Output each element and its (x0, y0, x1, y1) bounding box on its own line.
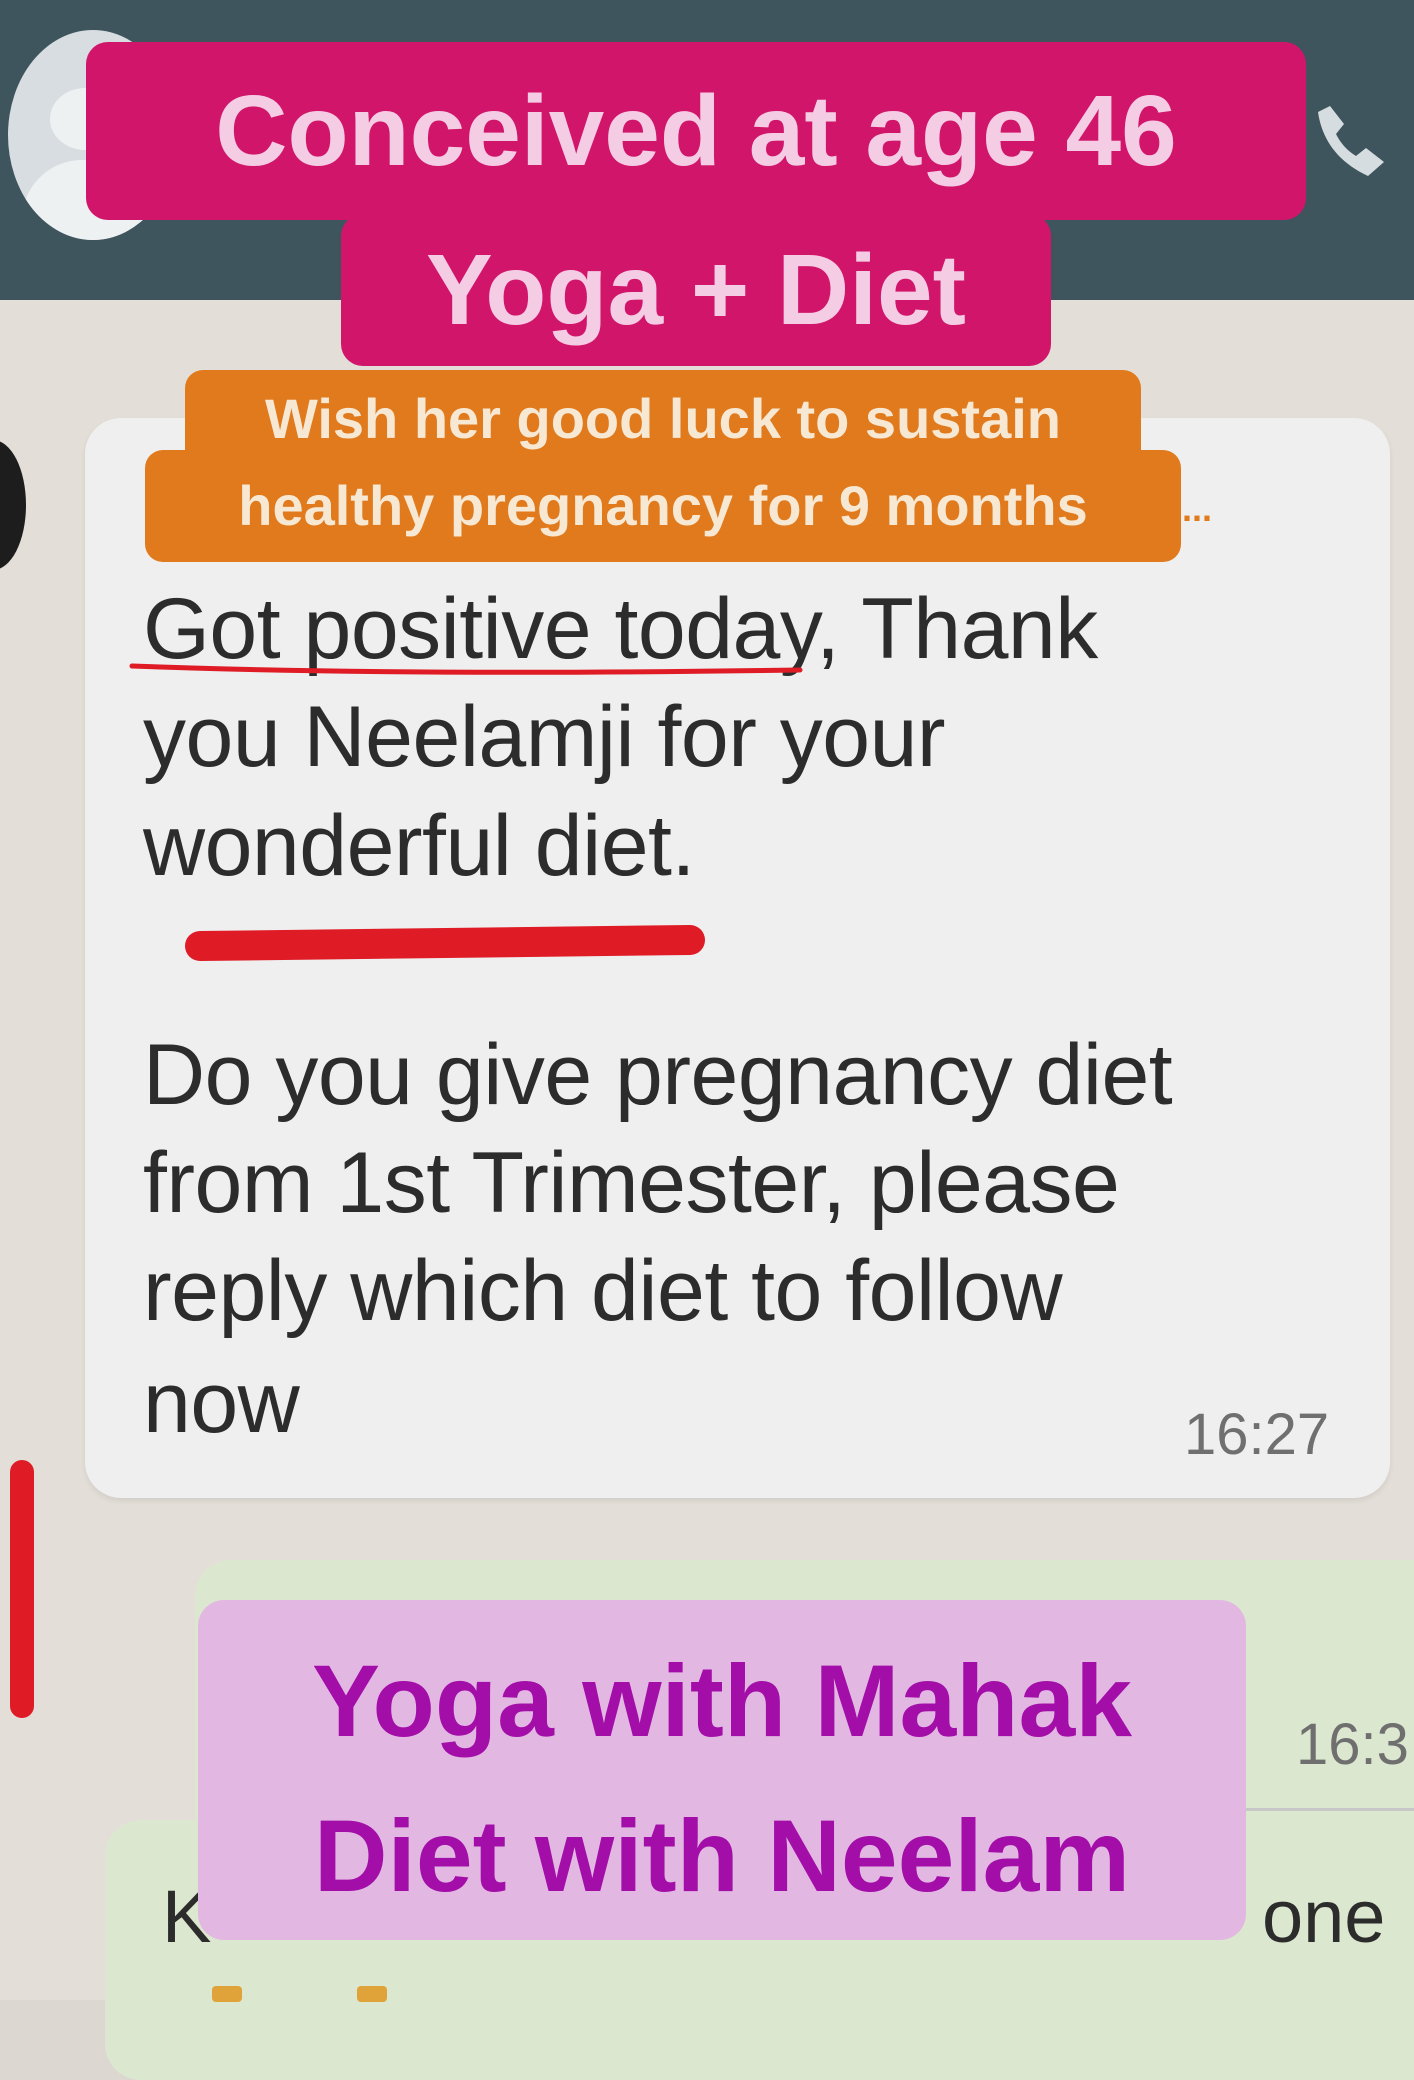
promo-caption-line2: Diet with Neelam (313, 1799, 1131, 1913)
title-caption-line1: Conceived at age 46 (86, 42, 1306, 220)
sent-message-text-end: one (1262, 1875, 1386, 1958)
red-marker-stroke (10, 1460, 34, 1718)
wish-caption-line2: healthy pregnancy for 9 months (145, 450, 1181, 562)
promo-caption: Yoga with Mahak Diet with Neelam (198, 1600, 1246, 1940)
bubble-divider (1245, 1808, 1414, 1811)
sent-timestamp: 16:3 (1296, 1712, 1409, 1777)
title-caption-line2: Yoga + Diet (341, 214, 1051, 366)
underline-thick (185, 925, 705, 961)
promo-caption-line1: Yoga with Mahak (312, 1644, 1132, 1758)
underline-thin (129, 663, 803, 675)
